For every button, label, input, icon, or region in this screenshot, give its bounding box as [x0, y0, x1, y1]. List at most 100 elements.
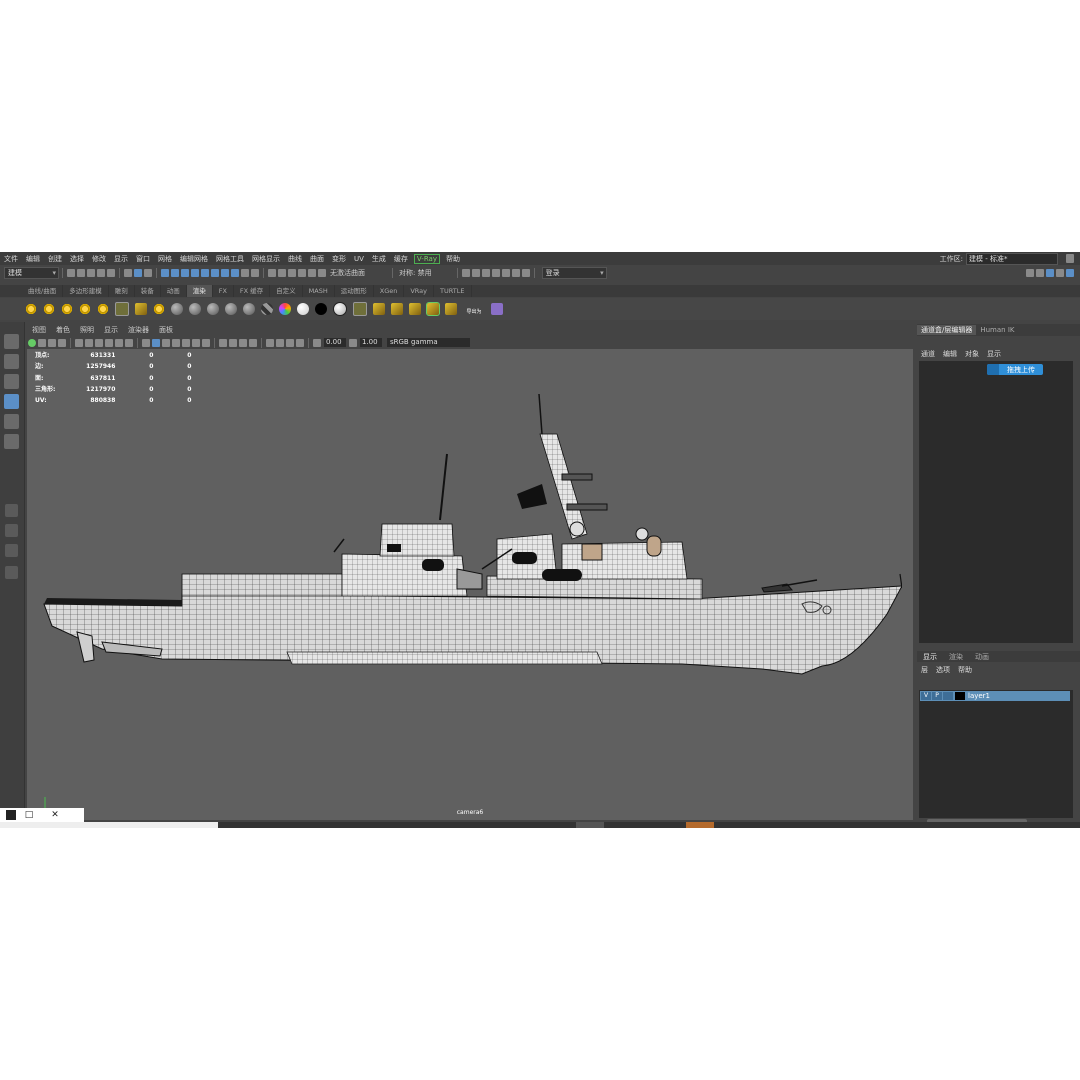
render-current-icon[interactable] — [471, 269, 480, 277]
shelf-tab-fx[interactable]: FX — [213, 285, 234, 297]
layer-color-swatch[interactable] — [955, 692, 965, 700]
camera-attributes-icon[interactable] — [28, 338, 36, 347]
select-hierarchy-icon[interactable] — [124, 269, 132, 277]
phong-e-icon[interactable] — [243, 303, 255, 315]
shelf-tab-turtle[interactable]: TURTLE — [434, 285, 472, 297]
menu-surfaces[interactable]: 曲面 — [306, 254, 328, 264]
bake-icon[interactable] — [373, 303, 385, 315]
close-icon[interactable]: ✕ — [42, 810, 68, 820]
snap-point-icon[interactable] — [288, 269, 296, 277]
layer-visibility-toggle[interactable]: V — [921, 692, 931, 700]
menu-file[interactable]: 文件 — [0, 254, 22, 264]
xray-joints-icon[interactable] — [286, 338, 294, 347]
shelf-tab-poly[interactable]: 多边形建模 — [63, 285, 109, 297]
plugin-icon[interactable] — [491, 303, 503, 315]
tab-render-layers[interactable]: 渲染 — [943, 652, 969, 662]
exposure-field[interactable]: 0.00 — [324, 338, 346, 347]
safe-title-icon[interactable] — [125, 338, 133, 347]
hypershade-icon[interactable] — [501, 269, 510, 277]
menu-curves[interactable]: 曲线 — [284, 254, 306, 264]
component-param-icon[interactable] — [221, 269, 229, 277]
menu-display[interactable]: 显示 — [110, 254, 132, 264]
grid-toggle-icon[interactable] — [142, 338, 150, 347]
menu-mesh-tools[interactable]: 网格工具 — [212, 254, 248, 264]
pause-icon[interactable] — [521, 269, 530, 277]
xray-icon[interactable] — [276, 338, 284, 347]
vp-menu-show[interactable]: 显示 — [99, 325, 123, 335]
layer-menu-layers[interactable]: 层 — [917, 665, 932, 675]
render-pass-icon[interactable] — [409, 303, 421, 315]
shelf-tab-vray[interactable]: VRay — [404, 285, 435, 297]
tab-human-ik[interactable]: Human IK — [976, 326, 1018, 334]
snap-curve-icon[interactable] — [278, 269, 286, 277]
depth-of-field-icon[interactable] — [249, 338, 257, 347]
component-face-icon[interactable] — [181, 269, 189, 277]
volume-light-icon[interactable] — [115, 302, 129, 316]
cb-menu-object[interactable]: 对象 — [961, 349, 983, 359]
render-settings-shelf-icon[interactable] — [445, 303, 457, 315]
menu-uv[interactable]: UV — [350, 255, 368, 263]
layer-menu-options[interactable]: 选项 — [932, 665, 954, 675]
isolate-select-icon[interactable] — [266, 338, 274, 347]
layer-name[interactable]: layer1 — [968, 692, 990, 700]
export-icon[interactable]: 导出为 — [463, 303, 485, 315]
viewport[interactable]: 视图 着色 照明 显示 渲染器 面板 0.00 1.00 sRGB gamma … — [27, 324, 913, 820]
vp-menu-shading[interactable]: 着色 — [51, 325, 75, 335]
render-settings-icon[interactable] — [491, 269, 500, 277]
new-scene-icon[interactable] — [67, 269, 75, 277]
textured-icon[interactable] — [182, 338, 190, 347]
menu-help[interactable]: 帮助 — [442, 254, 464, 264]
directional-light-icon[interactable] — [43, 303, 55, 315]
wireframe-icon[interactable] — [152, 338, 160, 347]
component-edge-icon[interactable] — [171, 269, 179, 277]
render-region-icon[interactable] — [353, 302, 367, 316]
shelf-tab-curves[interactable]: 曲线/曲面 — [22, 285, 64, 297]
wireframe-on-shaded-icon[interactable] — [172, 338, 180, 347]
layer-row[interactable]: V P layer1 — [920, 691, 1070, 701]
upload-button[interactable]: 拖拽上传 — [987, 364, 1043, 375]
shadows-icon[interactable] — [202, 338, 210, 347]
spot-light-icon[interactable] — [79, 303, 91, 315]
menu-mesh[interactable]: 网格 — [154, 254, 176, 264]
lock-icon[interactable] — [1066, 254, 1074, 263]
highlight-selection-icon[interactable] — [251, 269, 259, 277]
anti-aliasing-icon[interactable] — [239, 338, 247, 347]
shelf-tab-custom[interactable]: 自定义 — [270, 285, 303, 297]
surface-shader-icon[interactable] — [297, 303, 309, 315]
component-question-icon[interactable] — [231, 269, 239, 277]
menu-generate[interactable]: 生成 — [368, 254, 390, 264]
ipr-render-icon[interactable] — [481, 269, 490, 277]
component-handle-icon[interactable] — [211, 269, 219, 277]
tool-settings-icon[interactable] — [1056, 269, 1064, 277]
menu-select[interactable]: 选择 — [66, 254, 88, 264]
field-chart-icon[interactable] — [105, 338, 113, 347]
symmetry-label[interactable]: 对称: 禁用 — [399, 268, 432, 278]
phong-icon[interactable] — [225, 303, 237, 315]
cb-menu-show[interactable]: 显示 — [983, 349, 1005, 359]
film-gate-icon[interactable] — [75, 338, 83, 347]
tab-channel-box[interactable]: 通道盒/层编辑器 — [917, 325, 977, 335]
channel-box-icon[interactable] — [1046, 269, 1054, 277]
render-view-icon[interactable] — [461, 269, 470, 277]
camera-tool-icon[interactable] — [135, 303, 147, 315]
menu-create[interactable]: 创建 — [44, 254, 66, 264]
xray-components-icon[interactable] — [296, 338, 304, 347]
gamma-field[interactable]: 1.00 — [360, 338, 382, 347]
layer-menu-help[interactable]: 帮助 — [954, 665, 976, 675]
paint-select-icon[interactable] — [4, 374, 19, 389]
lambert-icon[interactable] — [207, 303, 219, 315]
layered-shader-icon[interactable] — [261, 303, 273, 315]
select-object-icon[interactable] — [134, 269, 142, 277]
modeling-toolkit-icon[interactable] — [1026, 269, 1034, 277]
snap-live-icon[interactable] — [318, 269, 326, 277]
gate-mask-icon[interactable] — [95, 338, 103, 347]
tab-display-layers[interactable]: 显示 — [917, 652, 943, 662]
blinn-icon[interactable] — [189, 303, 201, 315]
ramp-shader-icon[interactable] — [279, 303, 291, 315]
menu-edit-mesh[interactable]: 编辑网格 — [176, 254, 212, 264]
undo-icon[interactable] — [97, 269, 105, 277]
lasso-icon[interactable] — [4, 354, 19, 369]
shelf-tab-sculpt[interactable]: 雕刻 — [109, 285, 135, 297]
shelf-tab-motion-graphics[interactable]: 运动图形 — [335, 285, 374, 297]
live-surface-label[interactable]: 无激活曲面 — [330, 268, 365, 278]
